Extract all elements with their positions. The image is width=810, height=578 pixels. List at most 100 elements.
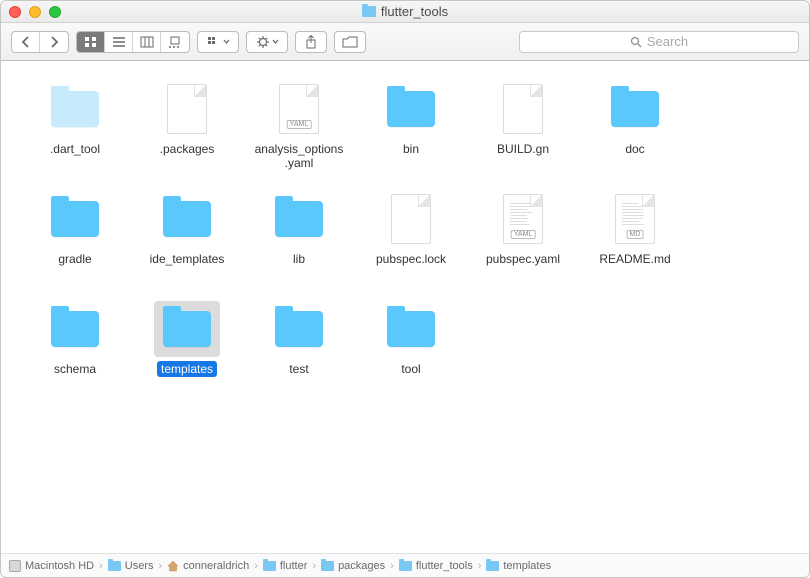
window-title-text: flutter_tools bbox=[381, 4, 448, 19]
share-button[interactable] bbox=[295, 31, 327, 53]
folder-icon bbox=[387, 91, 435, 127]
finder-window: flutter_tools bbox=[0, 0, 810, 578]
toolbar: Search bbox=[1, 23, 809, 61]
file-label: .dart_tool bbox=[46, 141, 104, 157]
path-label: templates bbox=[503, 560, 551, 572]
disk-icon bbox=[9, 560, 21, 572]
file-label: README.md bbox=[595, 251, 674, 267]
file-item[interactable]: ide_templates bbox=[131, 189, 243, 299]
file-label: tool bbox=[397, 361, 424, 377]
nav-buttons bbox=[11, 31, 69, 53]
path-segment[interactable]: Users bbox=[108, 560, 154, 572]
column-view-button[interactable] bbox=[133, 32, 161, 52]
folder-icon bbox=[275, 201, 323, 237]
folder-icon bbox=[362, 6, 376, 17]
file-item[interactable]: pubspec.lock bbox=[355, 189, 467, 299]
path-label: Users bbox=[125, 560, 154, 572]
file-icon bbox=[503, 84, 543, 134]
file-icon: YAML bbox=[279, 84, 319, 134]
file-item[interactable]: .packages bbox=[131, 79, 243, 189]
file-label: doc bbox=[621, 141, 648, 157]
folder-icon bbox=[263, 561, 276, 571]
file-item[interactable]: schema bbox=[19, 299, 131, 409]
path-segment[interactable]: conneraldrich bbox=[167, 560, 249, 572]
file-label: schema bbox=[50, 361, 100, 377]
chevron-right-icon: › bbox=[254, 560, 258, 572]
chevron-right-icon: › bbox=[158, 560, 162, 572]
search-input[interactable]: Search bbox=[519, 31, 799, 53]
folder-icon bbox=[399, 561, 412, 571]
folder-icon bbox=[51, 311, 99, 347]
folder-icon bbox=[275, 311, 323, 347]
file-icon bbox=[391, 194, 431, 244]
folder-icon bbox=[108, 561, 121, 571]
close-icon[interactable] bbox=[9, 6, 21, 18]
file-item[interactable]: doc bbox=[579, 79, 691, 189]
path-label: Macintosh HD bbox=[25, 560, 94, 572]
path-label: packages bbox=[338, 560, 385, 572]
file-browser[interactable]: .dart_tool .packages YAML analysis_options.… bbox=[1, 61, 809, 553]
folder-icon bbox=[387, 311, 435, 347]
search-icon bbox=[630, 36, 642, 48]
file-label: analysis_options.yaml bbox=[249, 141, 349, 171]
chevron-right-icon: › bbox=[390, 560, 394, 572]
file-icon: YAML bbox=[503, 194, 543, 244]
path-segment[interactable]: flutter bbox=[263, 560, 308, 572]
folder-icon bbox=[163, 311, 211, 347]
folder-icon bbox=[51, 91, 99, 127]
file-item[interactable]: MD README.md bbox=[579, 189, 691, 299]
file-label: pubspec.lock bbox=[372, 251, 450, 267]
path-bar: Macintosh HD › Users › conneraldrich › flutter… bbox=[1, 553, 809, 577]
folder-icon bbox=[611, 91, 659, 127]
file-item[interactable]: tool bbox=[355, 299, 467, 409]
path-label: flutter bbox=[280, 560, 308, 572]
zoom-icon[interactable] bbox=[49, 6, 61, 18]
file-item[interactable]: templates bbox=[131, 299, 243, 409]
file-item[interactable]: YAML pubspec.yaml bbox=[467, 189, 579, 299]
file-label: ide_templates bbox=[146, 251, 229, 267]
path-label: conneraldrich bbox=[183, 560, 249, 572]
file-label: lib bbox=[289, 251, 309, 267]
icon-view-button[interactable] bbox=[77, 32, 105, 52]
window-title: flutter_tools bbox=[362, 4, 448, 19]
path-segment[interactable]: Macintosh HD bbox=[9, 560, 94, 572]
list-view-button[interactable] bbox=[105, 32, 133, 52]
file-label: BUILD.gn bbox=[493, 141, 553, 157]
chevron-right-icon: › bbox=[478, 560, 482, 572]
file-label: test bbox=[285, 361, 312, 377]
group-by-button[interactable] bbox=[197, 31, 239, 53]
action-button[interactable] bbox=[246, 31, 288, 53]
minimize-icon[interactable] bbox=[29, 6, 41, 18]
gallery-view-button[interactable] bbox=[161, 32, 189, 52]
back-button[interactable] bbox=[12, 32, 40, 52]
folder-icon bbox=[51, 201, 99, 237]
traffic-lights bbox=[9, 6, 61, 18]
file-label: .packages bbox=[156, 141, 219, 157]
folder-icon bbox=[486, 561, 499, 571]
folder-icon bbox=[321, 561, 334, 571]
home-icon bbox=[167, 560, 179, 572]
file-item[interactable]: YAML analysis_options.yaml bbox=[243, 79, 355, 189]
file-label: templates bbox=[157, 361, 217, 377]
forward-button[interactable] bbox=[40, 32, 68, 52]
file-item[interactable]: lib bbox=[243, 189, 355, 299]
file-item[interactable]: BUILD.gn bbox=[467, 79, 579, 189]
tags-button[interactable] bbox=[334, 31, 366, 53]
file-icon: MD bbox=[615, 194, 655, 244]
search-placeholder: Search bbox=[647, 34, 688, 49]
chevron-right-icon: › bbox=[99, 560, 103, 572]
file-item[interactable]: bin bbox=[355, 79, 467, 189]
file-item[interactable]: gradle bbox=[19, 189, 131, 299]
file-label: pubspec.yaml bbox=[482, 251, 564, 267]
path-segment[interactable]: templates bbox=[486, 560, 551, 572]
file-item[interactable]: .dart_tool bbox=[19, 79, 131, 189]
file-item[interactable]: test bbox=[243, 299, 355, 409]
titlebar[interactable]: flutter_tools bbox=[1, 1, 809, 23]
chevron-right-icon: › bbox=[312, 560, 316, 572]
file-icon bbox=[167, 84, 207, 134]
path-segment[interactable]: flutter_tools bbox=[399, 560, 473, 572]
path-label: flutter_tools bbox=[416, 560, 473, 572]
file-label: bin bbox=[399, 141, 423, 157]
path-segment[interactable]: packages bbox=[321, 560, 385, 572]
view-mode-buttons bbox=[76, 31, 190, 53]
